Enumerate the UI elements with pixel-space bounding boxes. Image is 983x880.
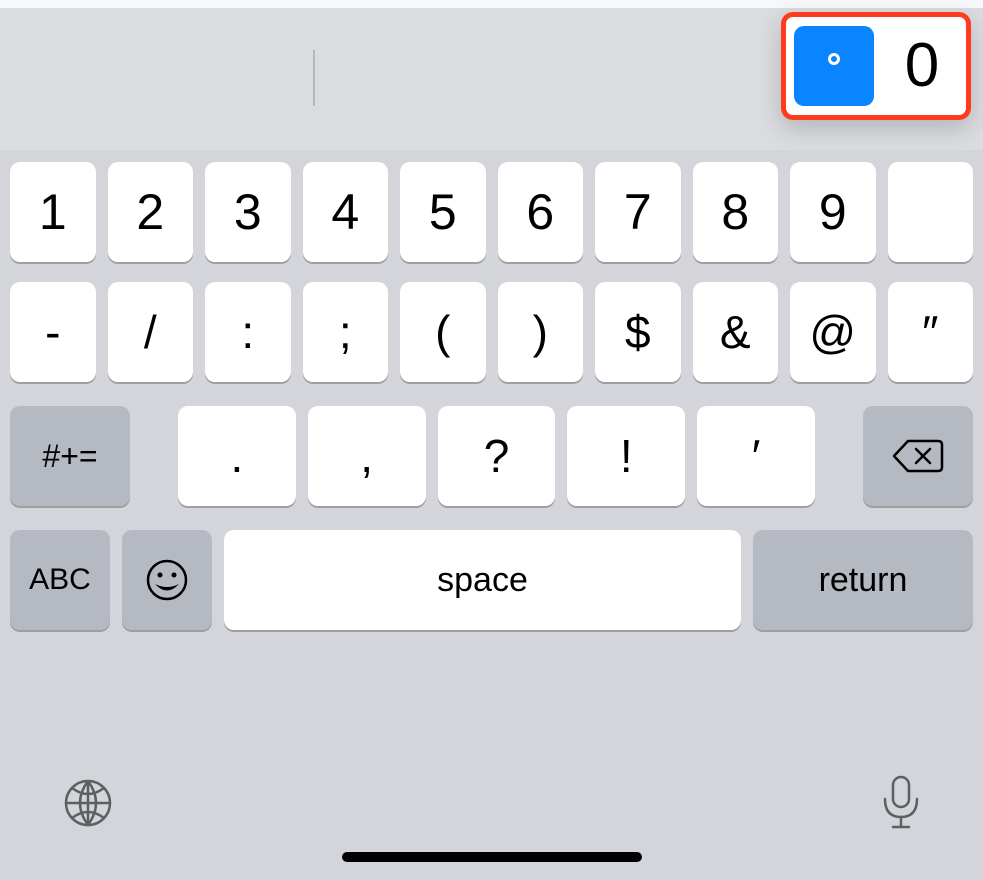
key-preview-popup[interactable]: 0 xyxy=(781,12,971,120)
keyboard: 1 2 3 4 5 6 7 8 9 - / : ; ( ) $ & @ ″ #+… xyxy=(0,150,983,880)
key-9[interactable]: 9 xyxy=(790,162,876,262)
key-label: ABC xyxy=(29,563,91,597)
key-label: ) xyxy=(533,305,548,359)
text-cursor xyxy=(313,50,315,106)
key-return[interactable]: return xyxy=(753,530,973,630)
key-open-paren[interactable]: ( xyxy=(400,282,486,382)
key-6[interactable]: 6 xyxy=(498,162,584,262)
key-prime[interactable]: ′ xyxy=(697,406,815,506)
key-label: 9 xyxy=(819,183,847,241)
key-label: 5 xyxy=(429,183,457,241)
microphone-icon xyxy=(879,773,923,833)
key-label: 3 xyxy=(234,183,262,241)
key-2[interactable]: 2 xyxy=(108,162,194,262)
keyboard-row-4: ABC space return xyxy=(0,530,983,630)
key-3[interactable]: 3 xyxy=(205,162,291,262)
key-exclaim[interactable]: ! xyxy=(567,406,685,506)
key-label: 6 xyxy=(526,183,554,241)
key-label: ; xyxy=(339,305,352,359)
key-ampersand[interactable]: & xyxy=(693,282,779,382)
key-close-paren[interactable]: ) xyxy=(498,282,584,382)
key-dash[interactable]: - xyxy=(10,282,96,382)
key-label: - xyxy=(45,305,60,359)
key-8[interactable]: 8 xyxy=(693,162,779,262)
globe-button[interactable] xyxy=(60,775,116,836)
key-label: : xyxy=(241,305,254,359)
key-label: @ xyxy=(809,305,856,359)
key-dollar[interactable]: $ xyxy=(595,282,681,382)
key-label: ? xyxy=(484,429,510,483)
key-period[interactable]: . xyxy=(178,406,296,506)
key-backspace[interactable] xyxy=(863,406,973,506)
key-label: 7 xyxy=(624,183,652,241)
key-double-prime[interactable]: ″ xyxy=(888,282,974,382)
key-4[interactable]: 4 xyxy=(303,162,389,262)
key-abc-modifier[interactable]: ABC xyxy=(10,530,110,630)
backspace-icon xyxy=(892,437,944,475)
key-label: . xyxy=(231,429,244,483)
key-label: / xyxy=(144,305,157,359)
key-label: 2 xyxy=(136,183,164,241)
key-5[interactable]: 5 xyxy=(400,162,486,262)
key-label: #+= xyxy=(42,438,97,475)
key-semicolon[interactable]: ; xyxy=(303,282,389,382)
key-label: , xyxy=(360,429,373,483)
key-at[interactable]: @ xyxy=(790,282,876,382)
accent-variant-selected[interactable] xyxy=(794,26,874,106)
key-label: $ xyxy=(625,305,651,359)
accent-variant-zero[interactable]: 0 xyxy=(886,35,958,97)
emoji-icon xyxy=(144,557,190,603)
key-label: ! xyxy=(620,429,633,483)
key-label: 4 xyxy=(331,183,359,241)
keyboard-row-2: - / : ; ( ) $ & @ ″ xyxy=(0,282,983,382)
key-label: space xyxy=(437,561,528,600)
key-label: ′ xyxy=(752,429,761,483)
globe-icon xyxy=(60,775,116,831)
degree-accent-icon xyxy=(828,53,840,65)
key-label: 8 xyxy=(721,183,749,241)
keyboard-row-3: #+= . , ? ! ′ xyxy=(0,406,983,506)
key-label: ( xyxy=(435,305,450,359)
key-label: return xyxy=(819,561,908,600)
key-comma[interactable]: , xyxy=(308,406,426,506)
key-emoji[interactable] xyxy=(122,530,212,630)
home-indicator[interactable] xyxy=(342,852,642,862)
key-1[interactable]: 1 xyxy=(10,162,96,262)
key-question[interactable]: ? xyxy=(438,406,556,506)
key-0-held[interactable] xyxy=(888,162,974,262)
key-slash[interactable]: / xyxy=(108,282,194,382)
dictation-button[interactable] xyxy=(879,773,923,838)
key-label: & xyxy=(720,305,751,359)
key-symbols-modifier[interactable]: #+= xyxy=(10,406,130,506)
key-space[interactable]: space xyxy=(224,530,741,630)
key-colon[interactable]: : xyxy=(205,282,291,382)
key-label: ″ xyxy=(922,305,938,359)
key-label: 1 xyxy=(39,183,67,241)
input-top-edge xyxy=(0,0,983,8)
key-7[interactable]: 7 xyxy=(595,162,681,262)
keyboard-row-1: 1 2 3 4 5 6 7 8 9 xyxy=(0,162,983,262)
